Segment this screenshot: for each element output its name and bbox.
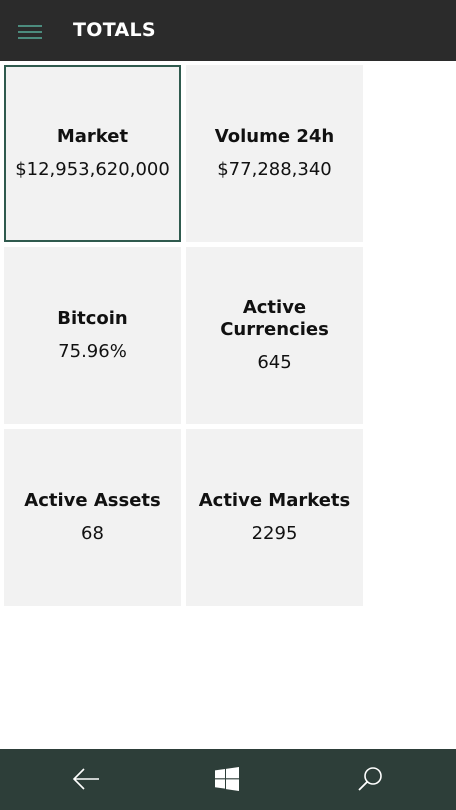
windows-logo-icon [215,767,239,791]
tile-market[interactable]: Market $12,953,620,000 [4,65,181,242]
tile-active-currencies[interactable]: Active Currencies 645 [186,247,363,424]
hamburger-menu-icon[interactable] [18,25,42,39]
tile-label: Bitcoin [57,308,128,329]
tile-label: Active Currencies [220,297,329,340]
tile-label: Active Assets [24,490,161,511]
navigation-bar [0,749,456,810]
tile-label: Volume 24h [214,126,335,147]
hamburger-line [18,25,42,27]
back-arrow-icon [72,768,99,790]
tile-value: 68 [81,523,104,544]
tile-value: $12,953,620,000 [15,159,170,180]
back-button[interactable] [66,759,106,799]
page-title: TOTALS [73,19,156,41]
title-bar: TOTALS [0,0,456,61]
tile-label: Active Markets [198,490,351,511]
tile-bitcoin[interactable]: Bitcoin 75.96% [4,247,181,424]
tile-value: 75.96% [58,341,127,362]
tile-active-markets[interactable]: Active Markets 2295 [186,429,363,606]
search-icon [358,767,382,791]
tile-volume-24h[interactable]: Volume 24h $77,288,340 [186,65,363,242]
tile-value: 645 [257,352,292,373]
tile-active-assets[interactable]: Active Assets 68 [4,429,181,606]
tile-value: 2295 [251,523,298,544]
hamburger-line [18,37,42,39]
totals-grid: Market $12,953,620,000 Volume 24h $77,28… [4,65,363,606]
tile-label: Market [56,126,129,147]
search-button[interactable] [350,759,390,799]
hamburger-line [18,31,42,33]
windows-start-button[interactable] [207,759,247,799]
app-root: TOTALS Market $12,953,620,000 Volume 24h… [0,0,456,810]
tile-value: $77,288,340 [217,159,332,180]
